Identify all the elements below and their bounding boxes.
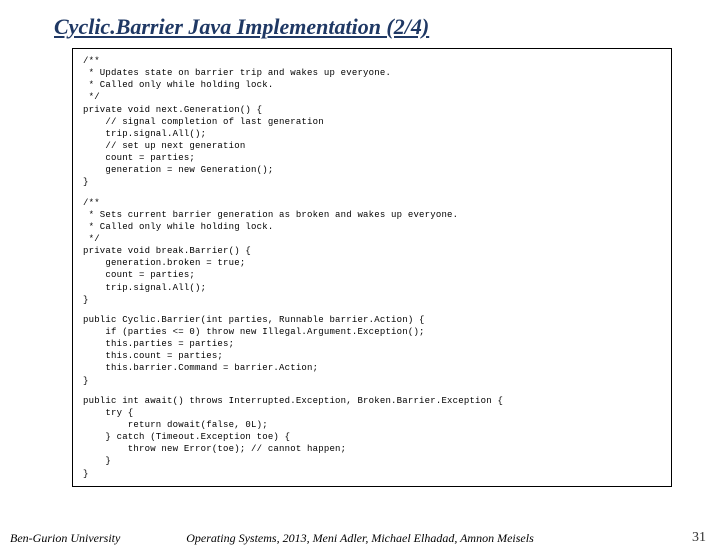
code-block-4: public int await() throws Interrupted.Ex… — [83, 395, 661, 480]
code-block-3: public Cyclic.Barrier(int parties, Runna… — [83, 314, 661, 387]
footer-university: Ben-Gurion University — [10, 531, 120, 546]
footer-course: Operating Systems, 2013, Meni Adler, Mic… — [186, 531, 534, 546]
slide-number: 31 — [692, 530, 706, 546]
code-block-1: /** * Updates state on barrier trip and … — [83, 55, 661, 189]
slide-title: Cyclic.Barrier Java Implementation (2/4) — [54, 14, 720, 40]
code-box: /** * Updates state on barrier trip and … — [72, 48, 672, 487]
code-block-2: /** * Sets current barrier generation as… — [83, 197, 661, 306]
